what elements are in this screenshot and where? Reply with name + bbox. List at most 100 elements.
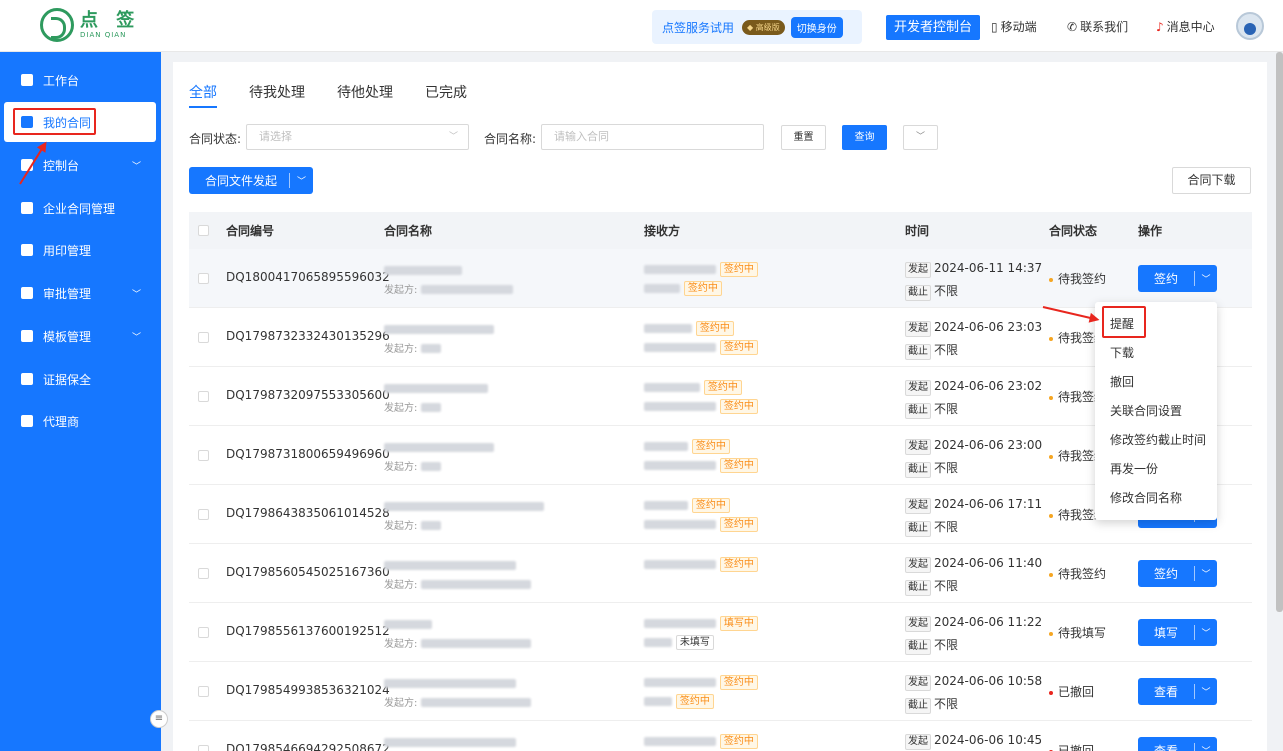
developer-console-button[interactable]: 开发者控制台 bbox=[886, 15, 981, 40]
mobile-link[interactable]: ▯ 移动端 bbox=[991, 18, 1037, 35]
receiver-redacted bbox=[644, 678, 716, 687]
receiver-cell: 签约中 签约中 bbox=[644, 321, 758, 355]
menu-item-modify-deadline[interactable]: 修改签约截止时间 bbox=[1095, 426, 1217, 455]
download-contracts-button[interactable]: 合同下载 bbox=[1172, 167, 1251, 194]
contact-link[interactable]: ✆ 联系我们 bbox=[1067, 18, 1128, 35]
menu-item-rename[interactable]: 修改合同名称 bbox=[1095, 484, 1217, 513]
bell-icon: ♪ bbox=[1156, 19, 1164, 34]
sidebar-item-approval[interactable]: 审批管理 ﹀ bbox=[0, 273, 161, 313]
expand-filters-button[interactable]: ﹀ bbox=[903, 125, 938, 150]
message-center-link[interactable]: ♪ 消息中心 bbox=[1156, 18, 1215, 35]
status-dot bbox=[1049, 513, 1053, 518]
launch-contract-button[interactable]: 合同文件发起 ﹀ bbox=[189, 167, 313, 194]
initiator-redacted bbox=[421, 344, 442, 353]
menu-item-download[interactable]: 下载 bbox=[1095, 339, 1217, 368]
sidebar-item-seal[interactable]: 用印管理 bbox=[0, 230, 161, 270]
receiver-status-tag: 签约中 bbox=[719, 340, 758, 355]
chevron-down-icon[interactable]: ﹀ bbox=[290, 174, 313, 187]
collapse-sidebar-icon[interactable]: ≡ bbox=[150, 710, 168, 728]
evidence-icon bbox=[21, 373, 33, 385]
table-row[interactable]: DQ1798731800659496960 发起方: 签约中 签约中 发起 202… bbox=[189, 426, 1252, 485]
start-tag: 发起 bbox=[905, 734, 931, 750]
row-checkbox[interactable] bbox=[198, 568, 209, 579]
end-time: 不限 bbox=[934, 402, 959, 416]
contract-name-cell[interactable]: 发起方: bbox=[384, 440, 494, 473]
time-cell: 发起 2024-06-11 14:37 截止 不限 bbox=[905, 261, 1042, 301]
chevron-down-icon[interactable]: ﹀ bbox=[1195, 744, 1217, 751]
menu-item-related-settings[interactable]: 关联合同设置 bbox=[1095, 397, 1217, 426]
trial-text[interactable]: 点签服务试用 bbox=[662, 19, 734, 36]
contract-name-cell[interactable]: 发起方: bbox=[384, 381, 488, 414]
start-time: 2024-06-06 10:45 bbox=[934, 733, 1043, 747]
table-row[interactable]: DQ1798546694292508672 发起方: 签约中 发起2024-06… bbox=[189, 721, 1252, 751]
tab-pending-others[interactable]: 待他处理 bbox=[337, 82, 393, 108]
menu-item-resend[interactable]: 再发一份 bbox=[1095, 455, 1217, 484]
table-row[interactable]: DQ1798556137600192512 发起方: 填写中 未填写 发起 202… bbox=[189, 603, 1252, 662]
sidebar-item-workbench[interactable]: 工作台 bbox=[0, 60, 161, 100]
sidebar-item-evidence[interactable]: 证据保全 bbox=[0, 359, 161, 399]
chevron-down-icon[interactable]: ﹀ bbox=[1195, 626, 1217, 639]
contract-name-cell[interactable]: 发起方: bbox=[384, 322, 494, 355]
sidebar-item-agent[interactable]: 代理商 bbox=[0, 401, 161, 441]
sidebar-item-templates[interactable]: 模板管理 ﹀ bbox=[0, 316, 161, 356]
table-row[interactable]: DQ1798560545025167360 发起方: 签约中 发起 2024-06… bbox=[189, 544, 1252, 603]
chevron-down-icon: ﹀ bbox=[448, 132, 458, 142]
row-action-button[interactable]: 查看﹀ bbox=[1138, 678, 1217, 705]
table-row[interactable]: DQ1798643835061014528 发起方: 签约中 签约中 发起 202… bbox=[189, 485, 1252, 544]
table-row[interactable]: DQ1800417065895596032 发起方: 签约中 签约中 发起 202… bbox=[189, 249, 1252, 308]
tab-completed[interactable]: 已完成 bbox=[425, 82, 467, 108]
tab-pending-me[interactable]: 待我处理 bbox=[249, 82, 305, 108]
contract-name-cell[interactable]: 发起方: bbox=[384, 263, 514, 296]
receiver-redacted bbox=[644, 383, 700, 392]
row-checkbox[interactable] bbox=[198, 745, 209, 751]
switch-identity-button[interactable]: 切换身份 bbox=[790, 16, 843, 38]
avatar[interactable] bbox=[1236, 12, 1264, 40]
reset-button[interactable]: 重置 bbox=[781, 125, 826, 150]
logo[interactable]: 点 签 DIAN QIAN bbox=[40, 8, 140, 42]
receiver-redacted bbox=[644, 442, 688, 451]
row-checkbox[interactable] bbox=[198, 686, 209, 697]
row-checkbox[interactable] bbox=[198, 627, 209, 638]
row-checkbox[interactable] bbox=[198, 273, 209, 284]
contract-name-cell[interactable]: 发起方: bbox=[384, 735, 517, 751]
start-tag: 发起 bbox=[905, 321, 931, 337]
menu-item-withdraw[interactable]: 撤回 bbox=[1095, 368, 1217, 397]
name-filter-label: 合同名称: bbox=[484, 132, 537, 146]
contract-name-redacted bbox=[384, 384, 488, 393]
start-time: 2024-06-06 23:02 bbox=[934, 379, 1043, 393]
contract-name-cell[interactable]: 发起方: bbox=[384, 558, 532, 591]
row-action-button[interactable]: 填写 ﹀ bbox=[1138, 619, 1217, 646]
contract-number: DQ1800417065895596032 bbox=[226, 270, 390, 284]
chevron-down-icon[interactable]: ﹀ bbox=[1195, 272, 1217, 285]
receiver-cell: 签约中 签约中 bbox=[644, 262, 758, 296]
table-row[interactable]: DQ1798732097553305600 发起方: 签约中 签约中 发起 202… bbox=[189, 367, 1252, 426]
query-button[interactable]: 查询 bbox=[842, 125, 887, 150]
chevron-down-icon[interactable]: ﹀ bbox=[1195, 567, 1217, 580]
row-action-button[interactable]: 签约﹀ bbox=[1138, 560, 1217, 587]
row-checkbox[interactable] bbox=[198, 450, 209, 461]
sidebar-item-enterprise-contracts[interactable]: 企业合同管理 bbox=[0, 188, 161, 228]
row-checkbox[interactable] bbox=[198, 509, 209, 520]
status-select[interactable]: 请选择 ﹀ bbox=[246, 124, 469, 150]
tab-all[interactable]: 全部 bbox=[189, 82, 217, 108]
end-time: 不限 bbox=[934, 520, 959, 534]
chevron-down-icon[interactable]: ﹀ bbox=[1195, 685, 1217, 698]
end-tag: 截止 bbox=[905, 403, 931, 419]
end-tag: 截止 bbox=[905, 344, 931, 360]
header-actions: 操作 bbox=[1138, 224, 1163, 238]
receiver-status-tag: 签约中 bbox=[675, 694, 714, 709]
table-row[interactable]: DQ1798549938536321024 发起方: 签约中 签约中 发起 202… bbox=[189, 662, 1252, 721]
row-checkbox[interactable] bbox=[198, 332, 209, 343]
page-scrollbar[interactable] bbox=[1276, 52, 1283, 612]
contract-name-cell[interactable]: 发起方: bbox=[384, 499, 544, 532]
select-all-checkbox[interactable] bbox=[198, 225, 209, 236]
contract-name-cell[interactable]: 发起方: bbox=[384, 676, 532, 709]
row-action-button[interactable]: 签约﹀ bbox=[1138, 265, 1217, 292]
contract-name-cell[interactable]: 发起方: bbox=[384, 617, 532, 650]
row-checkbox[interactable] bbox=[198, 391, 209, 402]
contract-name-input[interactable]: 请输入合同 bbox=[541, 124, 764, 150]
contract-name-redacted bbox=[384, 325, 494, 334]
table-header: 合同编号 合同名称 接收方 时间 合同状态 操作 bbox=[189, 212, 1252, 249]
row-action-button[interactable]: 查看﹀ bbox=[1138, 737, 1217, 751]
end-tag: 截止 bbox=[905, 580, 931, 596]
